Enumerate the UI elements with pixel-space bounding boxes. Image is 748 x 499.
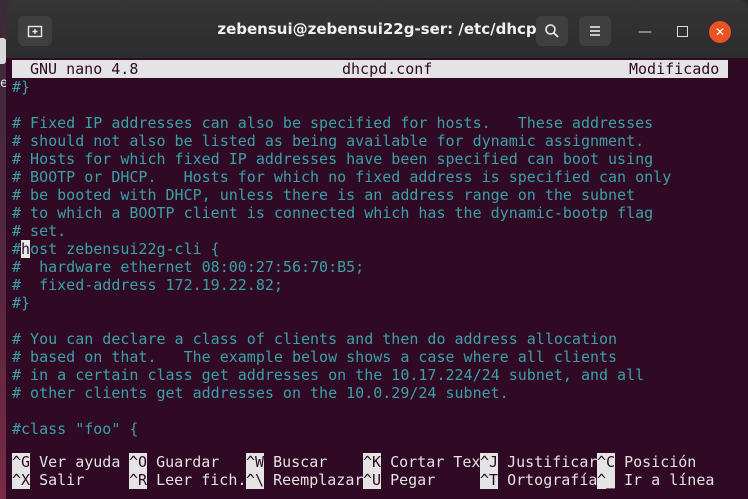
shortcut-item: ^O Guardar [129, 453, 219, 471]
shortcut-label: Buscar [264, 453, 328, 471]
shortcut-item: ^T Ortografía [480, 471, 597, 489]
editor-line: # in a certain class get addresses on th… [12, 366, 645, 384]
close-icon: ✕ [714, 25, 726, 39]
text-cursor: h [21, 240, 31, 258]
shortcut-item: ^J Justificar [480, 453, 597, 471]
editor-line: # Hosts for which fixed IP addresses hav… [12, 150, 654, 168]
window-titlebar[interactable]: zebensui@zebensui22g-ser: /etc/dhcp — ✕ [6, 0, 748, 58]
cursor-line-after: ost zebensui22g-cli { [30, 240, 220, 258]
shortcut-key: ^R [129, 471, 148, 489]
cursor-line-before: # [12, 240, 22, 258]
editor-line: # other clients get addresses on the 10.… [12, 384, 509, 402]
search-icon [545, 24, 559, 38]
close-button[interactable]: ✕ [709, 21, 731, 43]
shortcut-item: ^W Buscar [246, 453, 327, 471]
shortcut-item: ^K Cortar Tex [363, 453, 480, 471]
shortcut-label: Ver ayuda [30, 453, 121, 471]
shortcut-key: ^K [363, 453, 382, 471]
shortcut-key: ^W [246, 453, 265, 471]
shortcut-key: ^C [597, 453, 616, 471]
shortcut-key: ^X [12, 471, 31, 489]
menu-button[interactable] [579, 16, 611, 46]
editor-line: # should not also be listed as being ava… [12, 132, 645, 150]
search-button[interactable] [536, 16, 568, 46]
shortcut-item: ^X Salir [12, 471, 84, 489]
shortcut-item: ^\ Reemplazar [246, 471, 363, 489]
minimize-icon: — [638, 24, 652, 40]
editor-line: #host zebensui22g-cli { [12, 240, 220, 258]
shortcut-label: Guardar [147, 453, 220, 471]
editor-line: # You can declare a class of clients and… [12, 330, 618, 348]
editor-line: # fixed-address 172.19.22.82; [12, 276, 283, 294]
editor-line: # be booted with DHCP, unless there is a… [12, 186, 636, 204]
shortcut-label: Ortografía [498, 471, 598, 489]
shortcut-key: ^O [129, 453, 148, 471]
shortcut-item: ^_ Ir a línea [597, 471, 714, 489]
editor-line: # Fixed IP addresses can also be specifi… [12, 114, 654, 132]
terminal-area[interactable]: GNU nano 4.8 dhcpd.conf Modificado #} # F… [6, 58, 748, 499]
shortcut-key: ^G [12, 453, 31, 471]
hamburger-icon [590, 26, 600, 36]
shortcut-item: ^C Posición [597, 453, 696, 471]
editor-line: # to which a BOOTP client is connected w… [12, 204, 654, 222]
shortcut-key: ^T [480, 471, 499, 489]
shortcut-key: ^\ [246, 471, 265, 489]
editor-line: # BOOTP or DHCP. Hosts for which no fixe… [12, 168, 672, 186]
shortcut-item: ^U Pegar [363, 471, 435, 489]
editor-line: # hardware ethernet 08:00:27:56:70:B5; [12, 258, 365, 276]
shortcut-label: Justificar [498, 453, 598, 471]
minimize-button[interactable]: — [635, 22, 655, 42]
shortcut-label: Cortar Tex [381, 453, 481, 471]
editor-line: #class "foo" { [12, 420, 139, 438]
shortcut-label: Salir [30, 471, 85, 489]
terminal-window: zebensui@zebensui22g-ser: /etc/dhcp — ✕ [6, 0, 748, 499]
maximize-icon [676, 26, 688, 37]
nano-header-bar: GNU nano 4.8 dhcpd.conf Modificado [12, 60, 728, 78]
nano-status: Modificado [629, 60, 720, 78]
editor-line: #} [12, 78, 31, 96]
nano-version: GNU nano 4.8 [30, 60, 139, 78]
shortcut-key: ^J [480, 453, 499, 471]
shortcut-label: Leer fich. [147, 471, 247, 489]
editor-line: # based on that. The example below shows… [12, 348, 618, 366]
shortcut-label: Ir a línea [615, 471, 715, 489]
shortcut-key: ^_ [597, 471, 616, 489]
editor-line: # set. [12, 222, 67, 240]
editor-line: #} [12, 294, 31, 312]
shortcut-item: ^R Leer fich. [129, 471, 246, 489]
maximize-button[interactable] [672, 22, 692, 42]
shortcut-label: Reemplazar [264, 471, 364, 489]
shortcut-key: ^U [363, 471, 382, 489]
nano-filename: dhcpd.conf [342, 60, 433, 78]
shortcut-label: Posición [615, 453, 697, 471]
shortcut-item: ^G Ver ayuda [12, 453, 120, 471]
shortcut-label: Pegar [381, 471, 436, 489]
